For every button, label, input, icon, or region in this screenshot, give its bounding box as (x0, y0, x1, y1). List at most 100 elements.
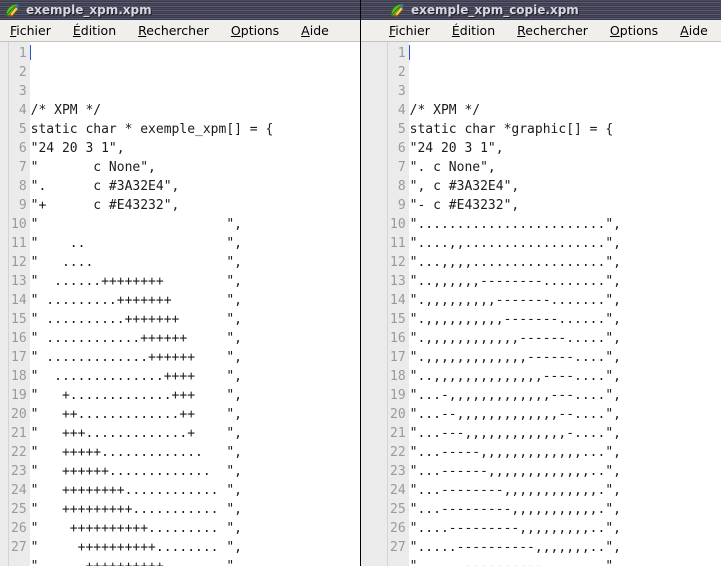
line-number: 18 (11, 369, 27, 384)
code-line: /* XPM */ (30, 103, 102, 118)
line-number: 24 (390, 483, 406, 498)
code-line: " +++++++++........... ", (30, 502, 242, 517)
menu-mnemonic: É (72, 23, 81, 38)
menu-rest: dition (459, 23, 496, 38)
line-number: 8 (397, 179, 406, 194)
code-line: " +.............+++ ", (30, 388, 242, 403)
line-number: 5 (18, 122, 27, 137)
line-number: 9 (397, 198, 406, 213)
menu-fichier-left[interactable]: Fichier (10, 23, 51, 38)
code-line: "..,,,,,,--------........", (409, 274, 621, 289)
code-line: "........................", (409, 217, 621, 232)
titlebar-left[interactable]: exemple_xpm.xpm (0, 0, 360, 20)
line-number: 7 (397, 160, 406, 175)
code-line: /* XPM */ (409, 103, 481, 118)
line-number: 15 (11, 312, 27, 327)
menu-mnemonic: O (609, 23, 620, 38)
line-number: 4 (397, 103, 406, 118)
line-number: 26 (11, 521, 27, 536)
leafpad-icon (4, 2, 20, 18)
code-line: "......----------,,,,,...", (410, 557, 721, 566)
code-line: "+ c #E43232", (30, 198, 180, 213)
line-number: 14 (11, 293, 27, 308)
code-line: " ............++++++ ", (30, 331, 242, 346)
line-number: 4 (18, 103, 27, 118)
menu-rechercher-left[interactable]: Rechercher (138, 23, 209, 38)
menu-rest: ptions (619, 23, 659, 38)
menu-fichier-right[interactable]: Fichier (389, 23, 430, 38)
line-number: 2 (18, 65, 27, 80)
line-number: 12 (11, 255, 27, 270)
line-number: 17 (390, 350, 406, 365)
menu-options-left[interactable]: Options (231, 23, 279, 38)
line-number: 11 (390, 236, 406, 251)
menu-rest: echercher (525, 23, 588, 38)
code-line: "...-,,,,,,,,,,,,,---....", (409, 388, 621, 403)
titlebar-right[interactable]: exemple_xpm_copie.xpm (361, 0, 721, 20)
text-caret-right (408, 45, 410, 60)
menu-aide-right[interactable]: Aide (680, 23, 708, 38)
line-number: 20 (11, 407, 27, 422)
titlebar-right-padding (361, 0, 389, 20)
line-number: 23 (390, 464, 406, 479)
code-line: ".,,,,,,,,,-------.......", (409, 293, 621, 308)
menubar-left: Fichier Édition Rechercher Options Aide (0, 20, 360, 42)
line-number: 16 (11, 331, 27, 346)
line-number: 17 (11, 350, 27, 365)
line-number: 6 (397, 141, 406, 156)
menu-rest: ide (688, 23, 708, 38)
menu-mnemonic: É (451, 23, 460, 38)
line-number: 26 (390, 521, 406, 536)
code-line: " .............++++++ ", (30, 350, 242, 365)
code-line: ".....----------,,,,,,,..", (409, 540, 621, 555)
line-number: 10 (390, 217, 406, 232)
line-number: 19 (11, 388, 27, 403)
code-line: "...---------,,,,,,,,,,,.", (409, 502, 621, 517)
code-line: " +++.............+ ", (30, 426, 242, 441)
menu-edition-left[interactable]: Édition (73, 23, 116, 38)
line-number: 5 (397, 122, 406, 137)
code-line: ".,,,,,,,,,,,,,------....", (409, 350, 621, 365)
menu-aide-left[interactable]: Aide (301, 23, 329, 38)
line-number: 12 (390, 255, 406, 270)
menu-options-right[interactable]: Options (610, 23, 658, 38)
code-line: static char *graphic[] = { (409, 122, 614, 137)
code-line: " +++++............. ", (30, 445, 242, 460)
code-line: "...------,,,,,,,,,,,,,..", (409, 464, 621, 479)
line-number: 22 (11, 445, 27, 460)
menu-rest: ichier (395, 23, 430, 38)
code-area-left[interactable]: /* XPM */ static char * exemple_xpm[] = {… (29, 42, 360, 566)
code-line: " ++++++++++..... ", (31, 557, 360, 566)
menubar-right: Fichier Édition Rechercher Options Aide (361, 20, 721, 42)
code-line: " ......++++++++ ", (30, 274, 242, 289)
line-number: 19 (390, 388, 406, 403)
editor-left-margin (0, 42, 9, 566)
editor-right-margin (361, 42, 388, 566)
code-line: " ", (30, 217, 242, 232)
line-number: 23 (11, 464, 27, 479)
line-number-gutter-right: 1 2 3 4 5 6 7 8 9 10 11 12 13 14 15 16 17 18 19 20 21 22 23 24 2… (388, 42, 409, 566)
line-number: 13 (390, 274, 406, 289)
menu-edition-right[interactable]: Édition (452, 23, 495, 38)
line-number: 18 (390, 369, 406, 384)
code-line: "- c #E43232", (409, 198, 520, 213)
code-line: " .........+++++++ ", (30, 293, 242, 308)
code-line: "24 20 3 1", (30, 141, 125, 156)
code-line: " ++++++............. ", (30, 464, 242, 479)
menu-rechercher-right[interactable]: Rechercher (517, 23, 588, 38)
menu-rest: echercher (146, 23, 209, 38)
menu-rest: dition (80, 23, 117, 38)
code-line: "24 20 3 1", (409, 141, 504, 156)
line-number: 9 (18, 198, 27, 213)
line-number: 22 (390, 445, 406, 460)
code-line: "...---,,,,,,,,,,,,,-....", (409, 426, 621, 441)
line-number: 15 (390, 312, 406, 327)
desktop: exemple_xpm.xpm Fichier Édition Recherch… (0, 0, 721, 566)
code-line: ".,,,,,,,,,,,,------.....", (409, 331, 621, 346)
editor-left[interactable]: 1 2 3 4 5 6 7 8 9 10 11 12 13 14 15 16 17 18 19 20 21 22 23 24 2… (0, 42, 360, 566)
code-area-right[interactable]: /* XPM */ static char *graphic[] = { "24 2… (408, 42, 721, 566)
editor-right[interactable]: 1 2 3 4 5 6 7 8 9 10 11 12 13 14 15 16 17 18 19 20 21 22 23 24 2… (361, 42, 721, 566)
line-number: 16 (390, 331, 406, 346)
line-number: 7 (18, 160, 27, 175)
code-line: ". c #3A32E4", (30, 179, 180, 194)
